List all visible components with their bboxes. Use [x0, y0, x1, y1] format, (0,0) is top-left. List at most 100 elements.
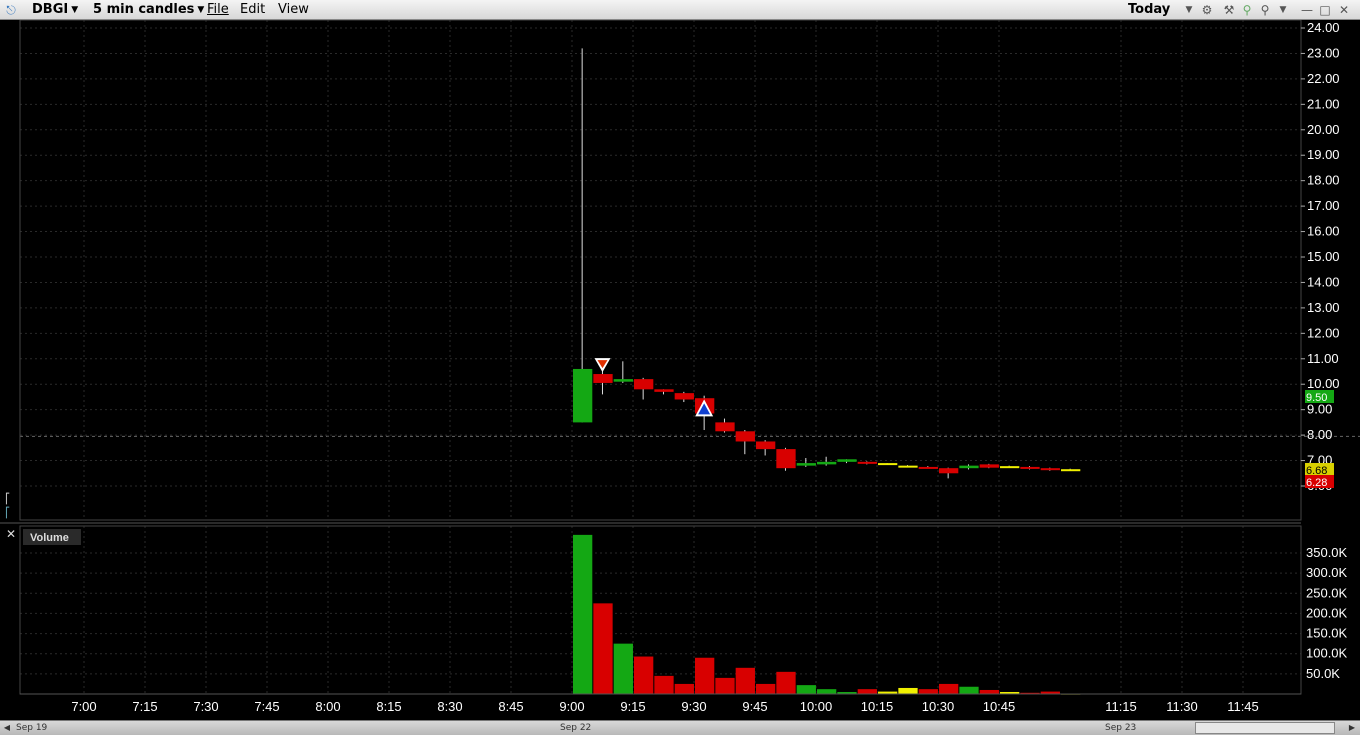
candle-body: [756, 441, 776, 450]
settings-icon[interactable]: ⚙: [1200, 3, 1214, 17]
time-tick-label: 7:15: [132, 699, 157, 714]
volume-tick-label: 200.0K: [1306, 605, 1348, 620]
close-panel-icon[interactable]: ✕: [6, 527, 16, 541]
price-tick-label: 13.00: [1307, 300, 1340, 315]
candle-body: [1000, 466, 1020, 469]
candle-body: [857, 461, 877, 464]
chart-app-icon[interactable]: ⎋: [4, 3, 18, 17]
volume-bar: [898, 687, 918, 694]
time-tick-label: 10:30: [922, 699, 955, 714]
price-tick-label: 23.00: [1307, 45, 1340, 60]
wrench-icon[interactable]: ⚒: [1222, 3, 1236, 17]
volume-tick-label: 50.0K: [1306, 666, 1340, 681]
volume-bar: [796, 685, 816, 694]
candle-body: [593, 374, 613, 383]
link-icon[interactable]: ⚲: [1240, 3, 1254, 17]
chart-background: [0, 20, 1360, 720]
time-tick-label: 8:15: [376, 699, 401, 714]
menu-edit[interactable]: Edit: [240, 2, 265, 18]
volume-tick-label: 150.0K: [1306, 626, 1348, 641]
scroll-right-icon[interactable]: ▶: [1347, 722, 1357, 734]
candle-body: [918, 466, 938, 469]
time-tick-label: 8:30: [437, 699, 462, 714]
candle-body: [613, 379, 633, 382]
price-tick-label: 21.00: [1307, 96, 1340, 111]
candle-body: [979, 464, 999, 468]
draw-tool-icon-2[interactable]: ⎡: [5, 508, 10, 519]
symbol-selector[interactable]: DBGI ▼: [32, 2, 78, 18]
volume-tick-label: 300.0K: [1306, 565, 1348, 580]
volume-bar: [613, 643, 633, 694]
chevron-down-icon[interactable]: ▼: [1182, 3, 1196, 17]
volume-bar: [654, 675, 674, 694]
volume-bar: [939, 683, 959, 694]
candle-body: [735, 431, 755, 442]
price-tick-label: 18.00: [1307, 173, 1340, 188]
price-tick-label: 14.00: [1307, 274, 1340, 289]
chevron-down-icon[interactable]: ▼: [1276, 3, 1290, 17]
price-tick-label: 16.00: [1307, 224, 1340, 239]
price-tick-label: 11.00: [1307, 351, 1339, 366]
price-tick-label: 15.00: [1307, 249, 1340, 264]
interval-label: 5 min candles: [93, 2, 195, 17]
price-tick-label: 10.00: [1307, 376, 1340, 391]
chevron-down-icon: ▼: [197, 5, 205, 15]
candle-body: [817, 461, 837, 465]
price-tick-label: 19.00: [1307, 147, 1340, 162]
volume-tick-label: 250.0K: [1306, 585, 1348, 600]
volume-bar: [593, 603, 613, 694]
volume-bar: [979, 689, 999, 694]
time-tick-label: 8:45: [498, 699, 523, 714]
volume-bar: [756, 683, 776, 694]
volume-bar: [735, 667, 755, 694]
interval-selector[interactable]: 5 min candles ▼: [93, 2, 204, 18]
volume-bar: [959, 686, 979, 694]
candle-body: [776, 449, 796, 469]
time-tick-label: 9:45: [742, 699, 767, 714]
volume-axis[interactable]: 350.0K 300.0K 250.0K 200.0K 150.0K 100.0K 50.0…: [1306, 545, 1348, 681]
date-label-left: Sep 19: [16, 723, 48, 733]
volume-bar: [857, 689, 877, 694]
candle-body: [1061, 469, 1081, 472]
time-tick-label: 11:45: [1227, 699, 1259, 714]
time-tick-label: 11:30: [1166, 699, 1198, 714]
price-tag-high-text: 9.50: [1306, 392, 1327, 404]
scroll-thumb[interactable]: [1195, 722, 1335, 734]
close-icon[interactable]: ✕: [1337, 3, 1351, 17]
minimize-icon[interactable]: —: [1300, 3, 1314, 17]
toolbar: ⎋ DBGI ▼ 5 min candles ▼ File Edit View To…: [0, 0, 1360, 20]
chevron-down-icon: ▼: [71, 5, 79, 15]
restore-icon[interactable]: □: [1318, 3, 1332, 17]
chart-canvas[interactable]: 24.00 23.00 22.00 21.00 20.00 19.00 18.00 17.00…: [0, 20, 1360, 720]
time-tick-label: 8:00: [315, 699, 340, 714]
volume-bar: [573, 534, 593, 694]
range-label: Today: [1128, 2, 1171, 17]
candle-body: [573, 368, 593, 423]
candle-body: [674, 393, 694, 400]
date-label-right: Sep 23: [1105, 723, 1137, 733]
time-tick-label: 7:30: [193, 699, 218, 714]
pin-icon[interactable]: ⚲: [1258, 3, 1272, 17]
draw-tool-icon[interactable]: ⎡: [5, 494, 10, 505]
candle-body: [959, 465, 979, 469]
menu-file[interactable]: File: [207, 2, 229, 18]
candle-body: [796, 463, 816, 466]
volume-panel-label: Volume: [30, 532, 69, 544]
volume-tick-label: 100.0K: [1306, 646, 1348, 661]
time-tick-label: 7:00: [71, 699, 96, 714]
price-tag-last: 6.68: [1305, 463, 1334, 477]
price-tick-label: 8.00: [1307, 427, 1332, 442]
price-tag-low-text: 6.28: [1306, 477, 1327, 489]
candle-body: [654, 389, 674, 392]
volume-bar: [817, 689, 837, 694]
volume-bar: [634, 656, 654, 694]
price-tick-label: 17.00: [1307, 198, 1340, 213]
scroll-left-icon[interactable]: ◀: [2, 722, 12, 734]
range-selector[interactable]: Today: [1128, 2, 1170, 18]
price-tick-label: 24.00: [1307, 20, 1340, 35]
volume-bar: [695, 657, 715, 694]
date-scrollbar[interactable]: ◀ Sep 19 Sep 22 Sep 23 ▶: [0, 720, 1360, 735]
volume-bar: [674, 683, 694, 694]
menu-view[interactable]: View: [278, 2, 309, 18]
time-tick-label: 9:15: [620, 699, 645, 714]
